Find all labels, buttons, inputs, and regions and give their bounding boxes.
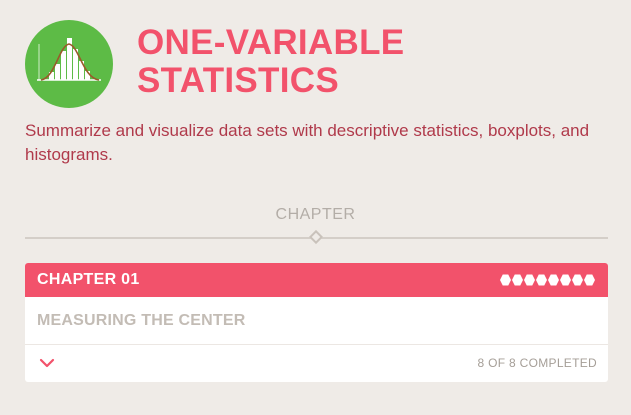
progress-dot-icon [512, 274, 523, 286]
progress-dot-icon [548, 274, 559, 286]
chevron-down-icon[interactable] [36, 352, 58, 374]
completion-status: 8 OF 8 COMPLETED [477, 356, 597, 370]
progress-dot-icon [536, 274, 547, 286]
chapter-card[interactable]: CHAPTER 01 MEASURING THE CENTER 8 OF 8 C… [25, 263, 608, 382]
course-histogram-icon [25, 20, 113, 108]
chapter-footer: 8 OF 8 COMPLETED [25, 345, 608, 381]
progress-dot-icon [524, 274, 535, 286]
divider-diamond-icon [308, 229, 324, 245]
section-label: CHAPTER [275, 206, 356, 223]
chapter-header[interactable]: CHAPTER 01 [25, 263, 608, 297]
progress-dot-icon [500, 274, 511, 286]
progress-dot-icon [584, 274, 595, 286]
chapter-number: CHAPTER 01 [37, 271, 140, 288]
lesson-title: MEASURING THE CENTER [37, 311, 246, 329]
lesson-item[interactable]: MEASURING THE CENTER [25, 297, 608, 345]
course-description: Summarize and visualize data sets with d… [25, 121, 590, 164]
chapter-progress-dots [500, 274, 595, 286]
histogram-bell-curve-icon [37, 38, 101, 81]
progress-dot-icon [560, 274, 571, 286]
course-title: ONE-VARIABLE STATISTICS [137, 23, 405, 100]
progress-dot-icon [572, 274, 583, 286]
